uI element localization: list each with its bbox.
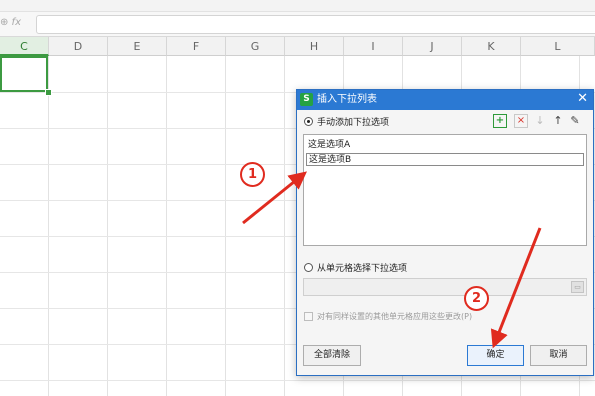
annotation-arrows	[242, 171, 542, 349]
step-2-badge: 2	[464, 286, 489, 311]
arrow-to-ok	[490, 227, 542, 349]
step-1-badge: 1	[240, 162, 265, 187]
